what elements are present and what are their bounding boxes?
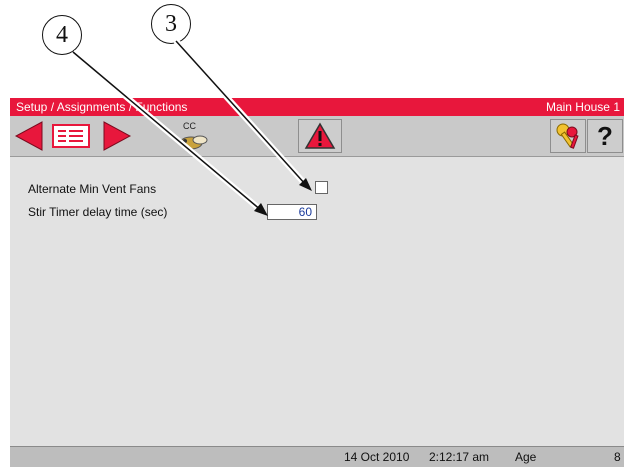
- keys-icon: [556, 123, 579, 149]
- callout-4: 4: [42, 15, 82, 55]
- house-name: Main House 1: [545, 100, 620, 114]
- alternate-min-vent-fans-label: Alternate Min Vent Fans: [28, 182, 157, 196]
- help-button[interactable]: ?: [587, 119, 623, 153]
- status-time: 2:12:17 am: [429, 450, 490, 464]
- warning-triangle-icon: [304, 122, 336, 149]
- red-left-arrow-icon: [14, 121, 43, 151]
- previous-button[interactable]: [10, 119, 48, 153]
- alternate-min-vent-fans-checkbox[interactable]: [315, 181, 328, 194]
- cc-animals-icon: CC: [179, 121, 208, 150]
- red-right-arrow-icon: [103, 121, 132, 151]
- stir-timer-delay-input[interactable]: 60: [267, 204, 317, 220]
- alarm-button[interactable]: [298, 119, 342, 153]
- list-view-icon: [52, 124, 90, 148]
- next-button[interactable]: [98, 119, 136, 153]
- status-date: 14 Oct 2010: [344, 450, 410, 464]
- list-view-button[interactable]: [50, 119, 92, 153]
- title-bar: Setup / Assignments / Functions Main Hou…: [10, 98, 624, 116]
- breadcrumb: Setup / Assignments / Functions: [16, 100, 188, 114]
- help-icon: ?: [597, 120, 613, 151]
- cc-button[interactable]: CC: [172, 119, 214, 153]
- toolbar: CC ?: [10, 116, 624, 157]
- status-bar: 14 Oct 2010 2:12:17 am Age 8: [10, 446, 624, 467]
- callout-3: 3: [151, 4, 191, 44]
- cc-label: CC: [183, 121, 196, 131]
- keys-button[interactable]: [550, 119, 586, 153]
- controller-screen: Setup / Assignments / Functions Main Hou…: [10, 98, 624, 467]
- status-age-value: 8: [614, 450, 621, 464]
- status-age-label: Age: [515, 450, 537, 464]
- stir-timer-delay-label: Stir Timer delay time (sec): [28, 205, 168, 219]
